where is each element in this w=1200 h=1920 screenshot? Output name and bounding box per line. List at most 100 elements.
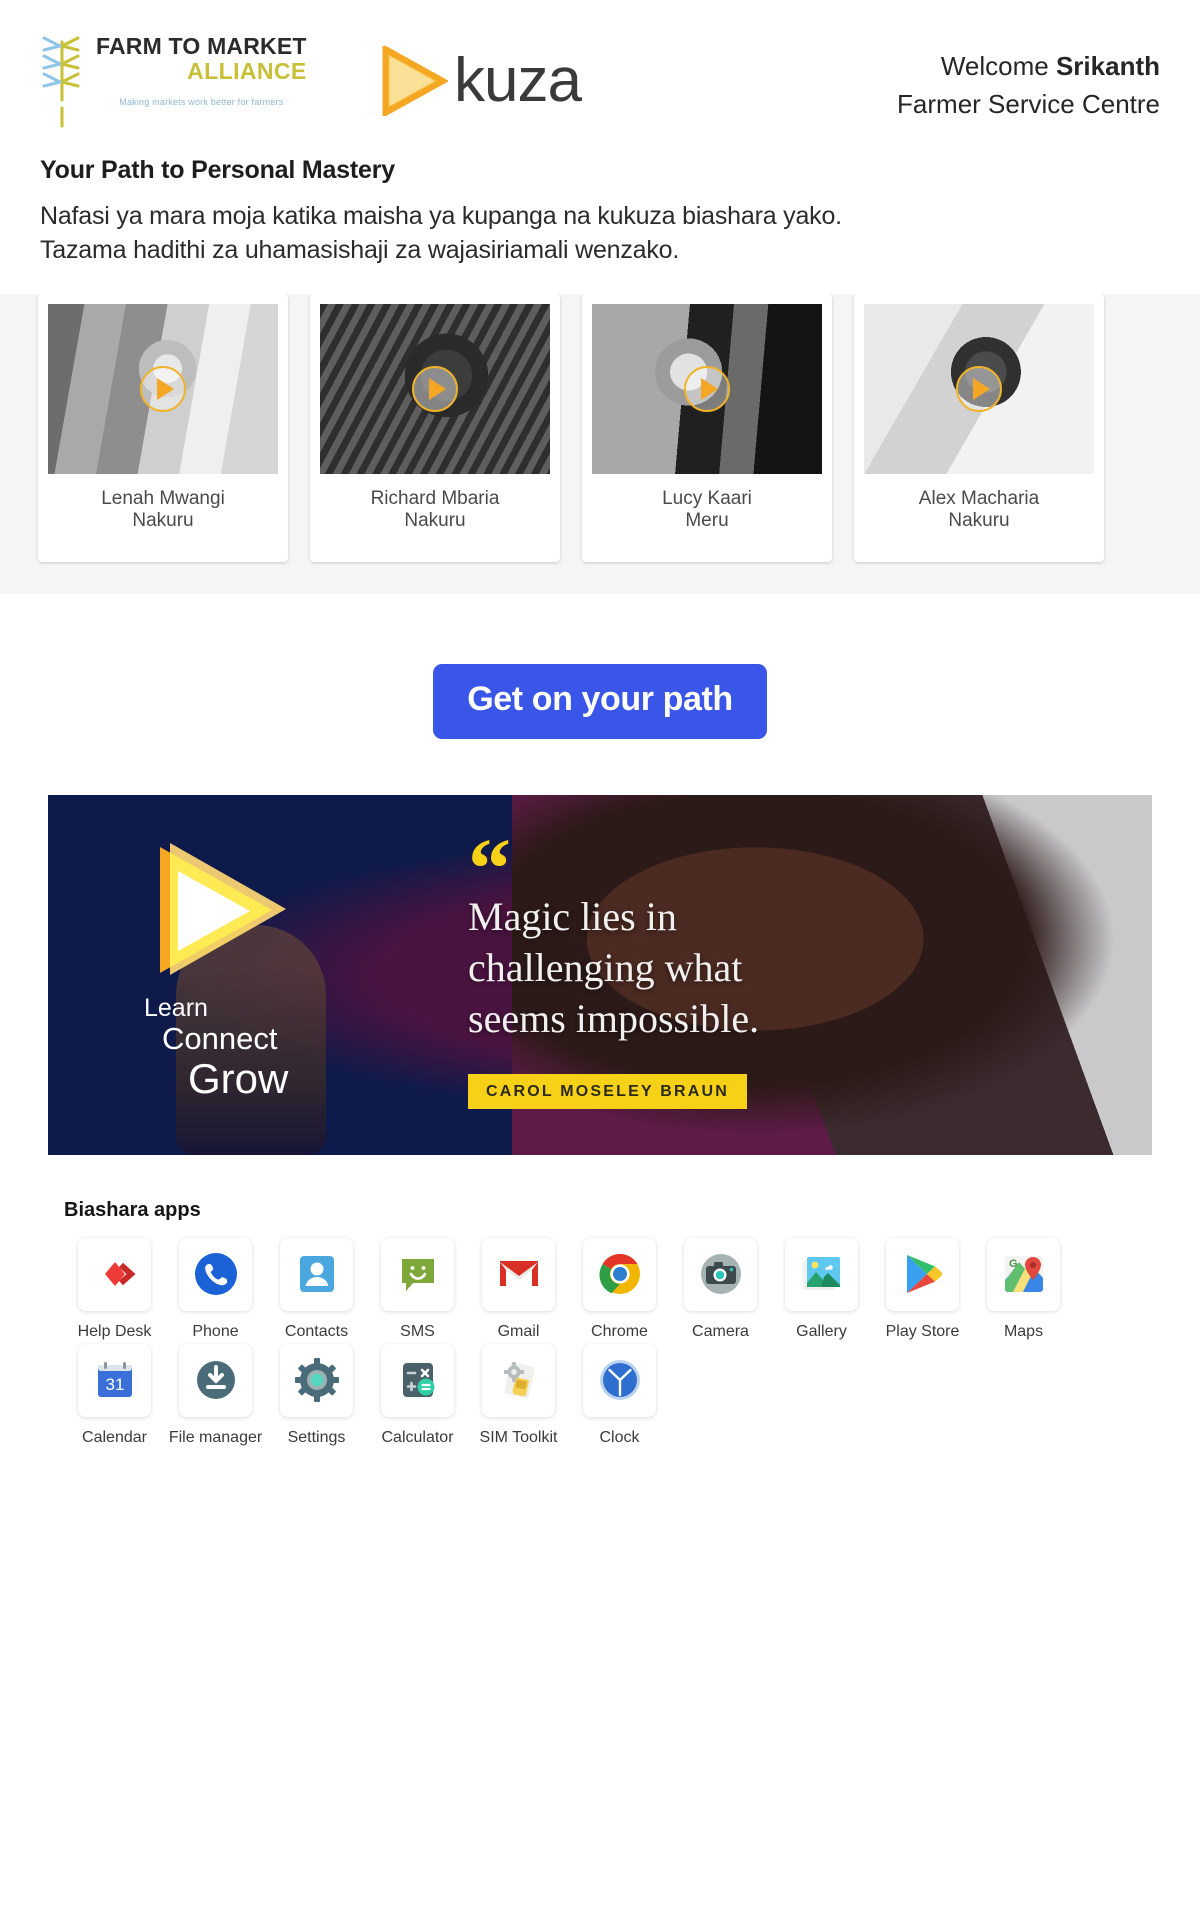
- app-item-settings[interactable]: Settings: [266, 1343, 367, 1450]
- play-icon[interactable]: [140, 365, 186, 412]
- welcome-role: Farmer Service Centre: [897, 88, 1160, 119]
- svg-text:31: 31: [105, 1375, 124, 1394]
- banner-quote-block: “ Magic lies in challenging what seems i…: [468, 819, 888, 1110]
- app-item-gmail[interactable]: Gmail: [468, 1237, 569, 1344]
- play-icon[interactable]: [684, 365, 730, 412]
- wheat-stalk-icon: [40, 28, 86, 128]
- app-item-calendar[interactable]: 31 Calendar: [64, 1343, 165, 1450]
- sim-toolkit-icon[interactable]: [482, 1343, 555, 1417]
- app-label: Help Desk: [77, 1322, 152, 1340]
- quote-mark-icon: “: [468, 819, 511, 916]
- play-icon[interactable]: [412, 365, 458, 412]
- video-card-name: Lucy Kaari: [662, 487, 752, 509]
- quote-line-2: challenging what: [468, 944, 743, 990]
- quote-text: Magic lies in challenging what seems imp…: [468, 891, 888, 1045]
- app-label: Play Store: [885, 1322, 960, 1340]
- video-card[interactable]: Lucy Kaari Meru: [582, 293, 832, 562]
- quote-line-3: seems impossible.: [468, 995, 760, 1041]
- kuza-play-triangle-icon: [160, 842, 290, 975]
- kuza-play-triangle-icon: [380, 46, 448, 116]
- app-item-contacts[interactable]: Contacts: [266, 1237, 367, 1344]
- app-label: Chrome: [591, 1322, 648, 1340]
- kuza-logo: kuza: [380, 28, 582, 116]
- video-thumbnail[interactable]: [48, 303, 278, 474]
- camera-icon[interactable]: [684, 1237, 757, 1311]
- banner-tagline-connect: Connect: [162, 1021, 278, 1057]
- quote-line-1: Magic lies in: [468, 893, 677, 939]
- video-thumbnail[interactable]: [320, 303, 550, 474]
- app-item-sim-toolkit[interactable]: SIM Toolkit: [468, 1343, 569, 1450]
- app-item-maps[interactable]: G Maps: [973, 1237, 1074, 1344]
- calendar-icon[interactable]: 31: [78, 1343, 151, 1417]
- video-card[interactable]: Richard Mbaria Nakuru: [310, 293, 560, 562]
- video-card[interactable]: Lenah Mwangi Nakuru: [38, 293, 288, 562]
- app-label: Camera: [692, 1322, 749, 1340]
- app-item-chrome[interactable]: Chrome: [569, 1237, 670, 1344]
- gear-icon[interactable]: [280, 1343, 353, 1417]
- clock-icon[interactable]: [583, 1343, 656, 1417]
- svg-text:G: G: [1009, 1258, 1018, 1270]
- fma-logo-line1: FARM TO MARKET: [96, 33, 307, 59]
- page-title: Your Path to Personal Mastery: [40, 156, 395, 184]
- video-card-location: Nakuru: [404, 509, 466, 531]
- quote-author-badge: CAROL MOSELEY BRAUN: [468, 1074, 748, 1110]
- video-card-location: Nakuru: [132, 509, 194, 531]
- get-on-your-path-button[interactable]: Get on your path: [433, 663, 767, 739]
- fma-logo-tagline: Making markets work better for farmers: [119, 96, 284, 107]
- app-item-calculator[interactable]: Calculator: [367, 1343, 468, 1450]
- welcome-block: Welcome Srikanth Farmer Service Centre: [897, 28, 1160, 123]
- biashara-apps-section: Biashara apps Help Desk Phone Contacts S…: [0, 1155, 1200, 1450]
- contacts-icon[interactable]: [280, 1237, 353, 1311]
- fma-logo-text: FARM TO MARKET ALLIANCE Making markets w…: [96, 28, 307, 107]
- video-carousel[interactable]: Lenah Mwangi Nakuru Richard Mbaria Nakur…: [0, 293, 1200, 594]
- app-label: Calculator: [381, 1428, 454, 1446]
- file-manager-icon[interactable]: [179, 1343, 252, 1417]
- intro-line-2: Tazama hadithi za uhamasishaji za wajasi…: [40, 236, 680, 265]
- intro-line-1: Nafasi ya mara moja katika maisha ya kup…: [40, 202, 842, 230]
- banner-tagline-learn: Learn: [144, 993, 208, 1022]
- app-item-clock[interactable]: Clock: [569, 1343, 670, 1450]
- video-card-caption: Lucy Kaari Meru: [592, 474, 822, 533]
- video-card-name: Lenah Mwangi: [101, 487, 225, 509]
- banner-tagline-grow: Grow: [188, 1055, 289, 1103]
- biashara-apps-title: Biashara apps: [64, 1198, 201, 1221]
- app-label: Gallery: [796, 1322, 847, 1340]
- apps-grid: Help Desk Phone Contacts SMS Gmail Chrom…: [64, 1237, 1152, 1450]
- welcome-username: Srikanth: [1055, 51, 1160, 81]
- maps-icon[interactable]: G: [987, 1237, 1060, 1311]
- play-store-icon[interactable]: [886, 1237, 959, 1311]
- video-card-caption: Lenah Mwangi Nakuru: [48, 474, 278, 533]
- app-label: Phone: [192, 1322, 239, 1340]
- app-label: File manager: [168, 1428, 263, 1446]
- app-label: SMS: [400, 1322, 435, 1340]
- phone-icon[interactable]: [179, 1237, 252, 1311]
- app-item-file-manager[interactable]: File manager: [165, 1343, 266, 1450]
- anydesk-icon[interactable]: [78, 1237, 151, 1311]
- gmail-icon[interactable]: [482, 1237, 555, 1311]
- video-card-location: Nakuru: [948, 509, 1010, 531]
- play-icon[interactable]: [956, 365, 1002, 412]
- app-label: Calendar: [82, 1428, 147, 1446]
- video-card-name: Richard Mbaria: [370, 487, 500, 509]
- app-item-play-store[interactable]: Play Store: [872, 1237, 973, 1344]
- promo-banner[interactable]: Learn Connect Grow “ Magic lies in chall…: [48, 794, 1152, 1155]
- welcome-greeting: Welcome Srikanth: [897, 48, 1160, 86]
- video-carousel-track[interactable]: Lenah Mwangi Nakuru Richard Mbaria Nakur…: [0, 293, 1200, 594]
- cta-row: Get on your path: [0, 663, 1200, 739]
- video-card[interactable]: Alex Macharia Nakuru: [854, 293, 1104, 562]
- video-thumbnail[interactable]: [864, 303, 1094, 474]
- app-item-gallery[interactable]: Gallery: [771, 1237, 872, 1344]
- chrome-icon[interactable]: [583, 1237, 656, 1311]
- sms-icon[interactable]: [381, 1237, 454, 1311]
- video-thumbnail[interactable]: [592, 303, 822, 474]
- video-card-location: Meru: [685, 509, 729, 531]
- gallery-icon[interactable]: [785, 1237, 858, 1311]
- app-label: Settings: [287, 1428, 346, 1446]
- welcome-prefix: Welcome: [940, 51, 1056, 81]
- app-item-sms[interactable]: SMS: [367, 1237, 468, 1344]
- app-label: Maps: [1003, 1322, 1044, 1340]
- app-item-camera[interactable]: Camera: [670, 1237, 771, 1344]
- app-item-phone[interactable]: Phone: [165, 1237, 266, 1344]
- calculator-icon[interactable]: [381, 1343, 454, 1417]
- app-item-help-desk[interactable]: Help Desk: [64, 1237, 165, 1344]
